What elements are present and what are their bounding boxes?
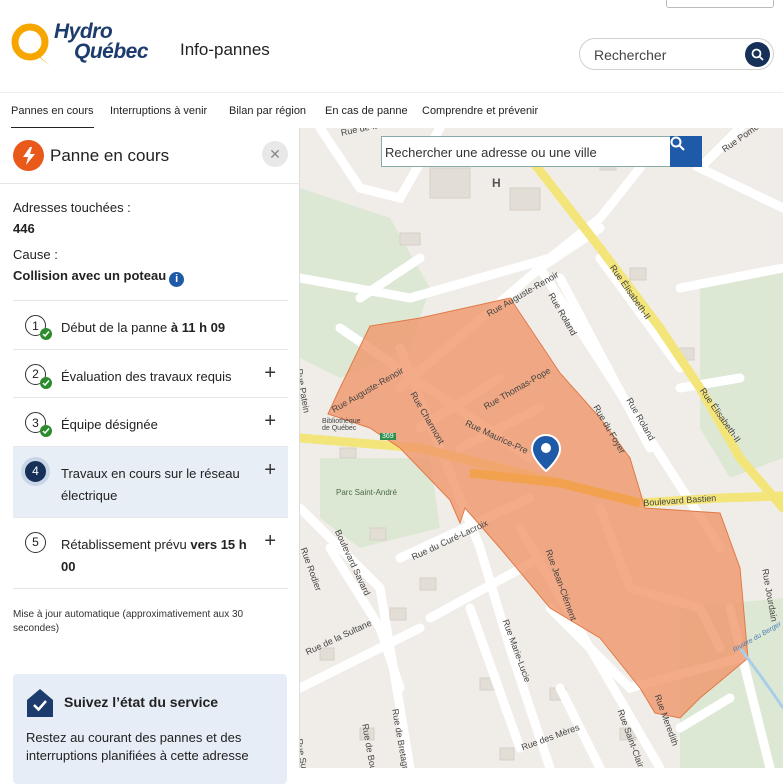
nav-en-cas-de-panne[interactable]: En cas de panne	[325, 105, 408, 117]
addresses-label: Adresses touchées :	[13, 200, 131, 215]
expand-plus-icon[interactable]: +	[264, 362, 276, 385]
logo-mark-icon	[11, 23, 50, 66]
step-2[interactable]: 2 Évaluation des travaux requis +	[13, 348, 288, 398]
outage-panel: Panne en cours ✕ Adresses touchées : 446…	[0, 128, 300, 784]
card-body: Restez au courant des pannes et des inte…	[26, 730, 249, 763]
map-address-search	[381, 136, 702, 167]
expand-plus-icon[interactable]: +	[264, 530, 276, 553]
hydro-quebec-logo[interactable]: Hydro Québec	[10, 20, 150, 68]
site-search	[579, 38, 774, 70]
hospital-icon: H	[492, 176, 501, 190]
check-icon	[40, 376, 52, 389]
expand-plus-icon[interactable]: +	[264, 410, 276, 433]
check-icon	[40, 425, 52, 437]
nav-bilan-par-region[interactable]: Bilan par région	[229, 105, 306, 117]
panel-title: Panne en cours	[50, 146, 170, 165]
house-check-icon	[26, 688, 54, 723]
info-icon[interactable]: i	[169, 272, 185, 287]
expand-plus-icon[interactable]: +	[264, 459, 276, 482]
step-number: 4	[25, 460, 46, 482]
step-text: Travaux en cours sur le réseau électriqu…	[61, 465, 240, 503]
cause-label: Cause :	[13, 247, 58, 262]
card-title: Suivez l’état du service	[64, 694, 219, 710]
park-label: Parc Saint-André	[336, 488, 397, 497]
nav-pannes-en-cours[interactable]: Pannes en cours	[11, 105, 94, 129]
library-label: Bibliothèque de Québec	[322, 418, 361, 432]
steps-divider	[13, 587, 288, 589]
logo-wordmark: Hydro Québec	[54, 20, 149, 63]
step-4-current[interactable]: 4 Travaux en cours sur le réseau électri…	[13, 445, 288, 517]
site-search-input[interactable]	[594, 45, 734, 65]
route-shield: 369	[380, 433, 396, 440]
app-title: Info-pannes	[180, 40, 270, 59]
cause-value: Collision avec un poteau i	[13, 268, 185, 287]
check-icon	[40, 328, 52, 340]
main-nav: Pannes en cours Interruptions à venir Bi…	[0, 92, 783, 129]
search-icon[interactable]	[670, 136, 702, 167]
outage-map[interactable]: H Rue de la So Rue Auguste-Renoir Rue Ro…	[300, 128, 783, 768]
step-3[interactable]: 3 Équipe désignée +	[13, 397, 288, 446]
search-icon[interactable]	[745, 42, 770, 67]
addresses-value: 446	[13, 221, 35, 236]
panel-header: Panne en cours ✕	[0, 128, 300, 184]
step-text: Rétablissement prévu vers 15 h 00	[61, 536, 247, 574]
map-address-input[interactable]	[385, 142, 665, 162]
step-5[interactable]: 5 Rétablissement prévu vers 15 h 00 +	[13, 516, 288, 588]
step-1: 1 Début de la panne à 11 h 09	[13, 300, 288, 349]
step-text: Équipe désignée	[61, 417, 158, 432]
step-text: Évaluation des travaux requis	[61, 368, 232, 384]
top-utility-button[interactable]	[666, 0, 774, 8]
step-text: Début de la panne à 11 h 09	[61, 320, 226, 335]
nav-comprendre-et-prevenir[interactable]: Comprendre et prévenir	[422, 105, 538, 117]
progress-steps: 1 Début de la panne à 11 h 09 2 Évaluati…	[13, 300, 288, 589]
lightning-bolt-icon	[13, 140, 44, 171]
close-icon[interactable]: ✕	[262, 141, 288, 167]
header: Hydro Québec Info-pannes	[0, 0, 783, 92]
nav-interruptions-a-venir[interactable]: Interruptions à venir	[110, 105, 207, 117]
cause-text: Collision avec un poteau	[13, 268, 167, 283]
auto-update-note: Mise à jour automatique (approximativeme…	[13, 609, 244, 634]
step-number: 5	[25, 531, 46, 553]
